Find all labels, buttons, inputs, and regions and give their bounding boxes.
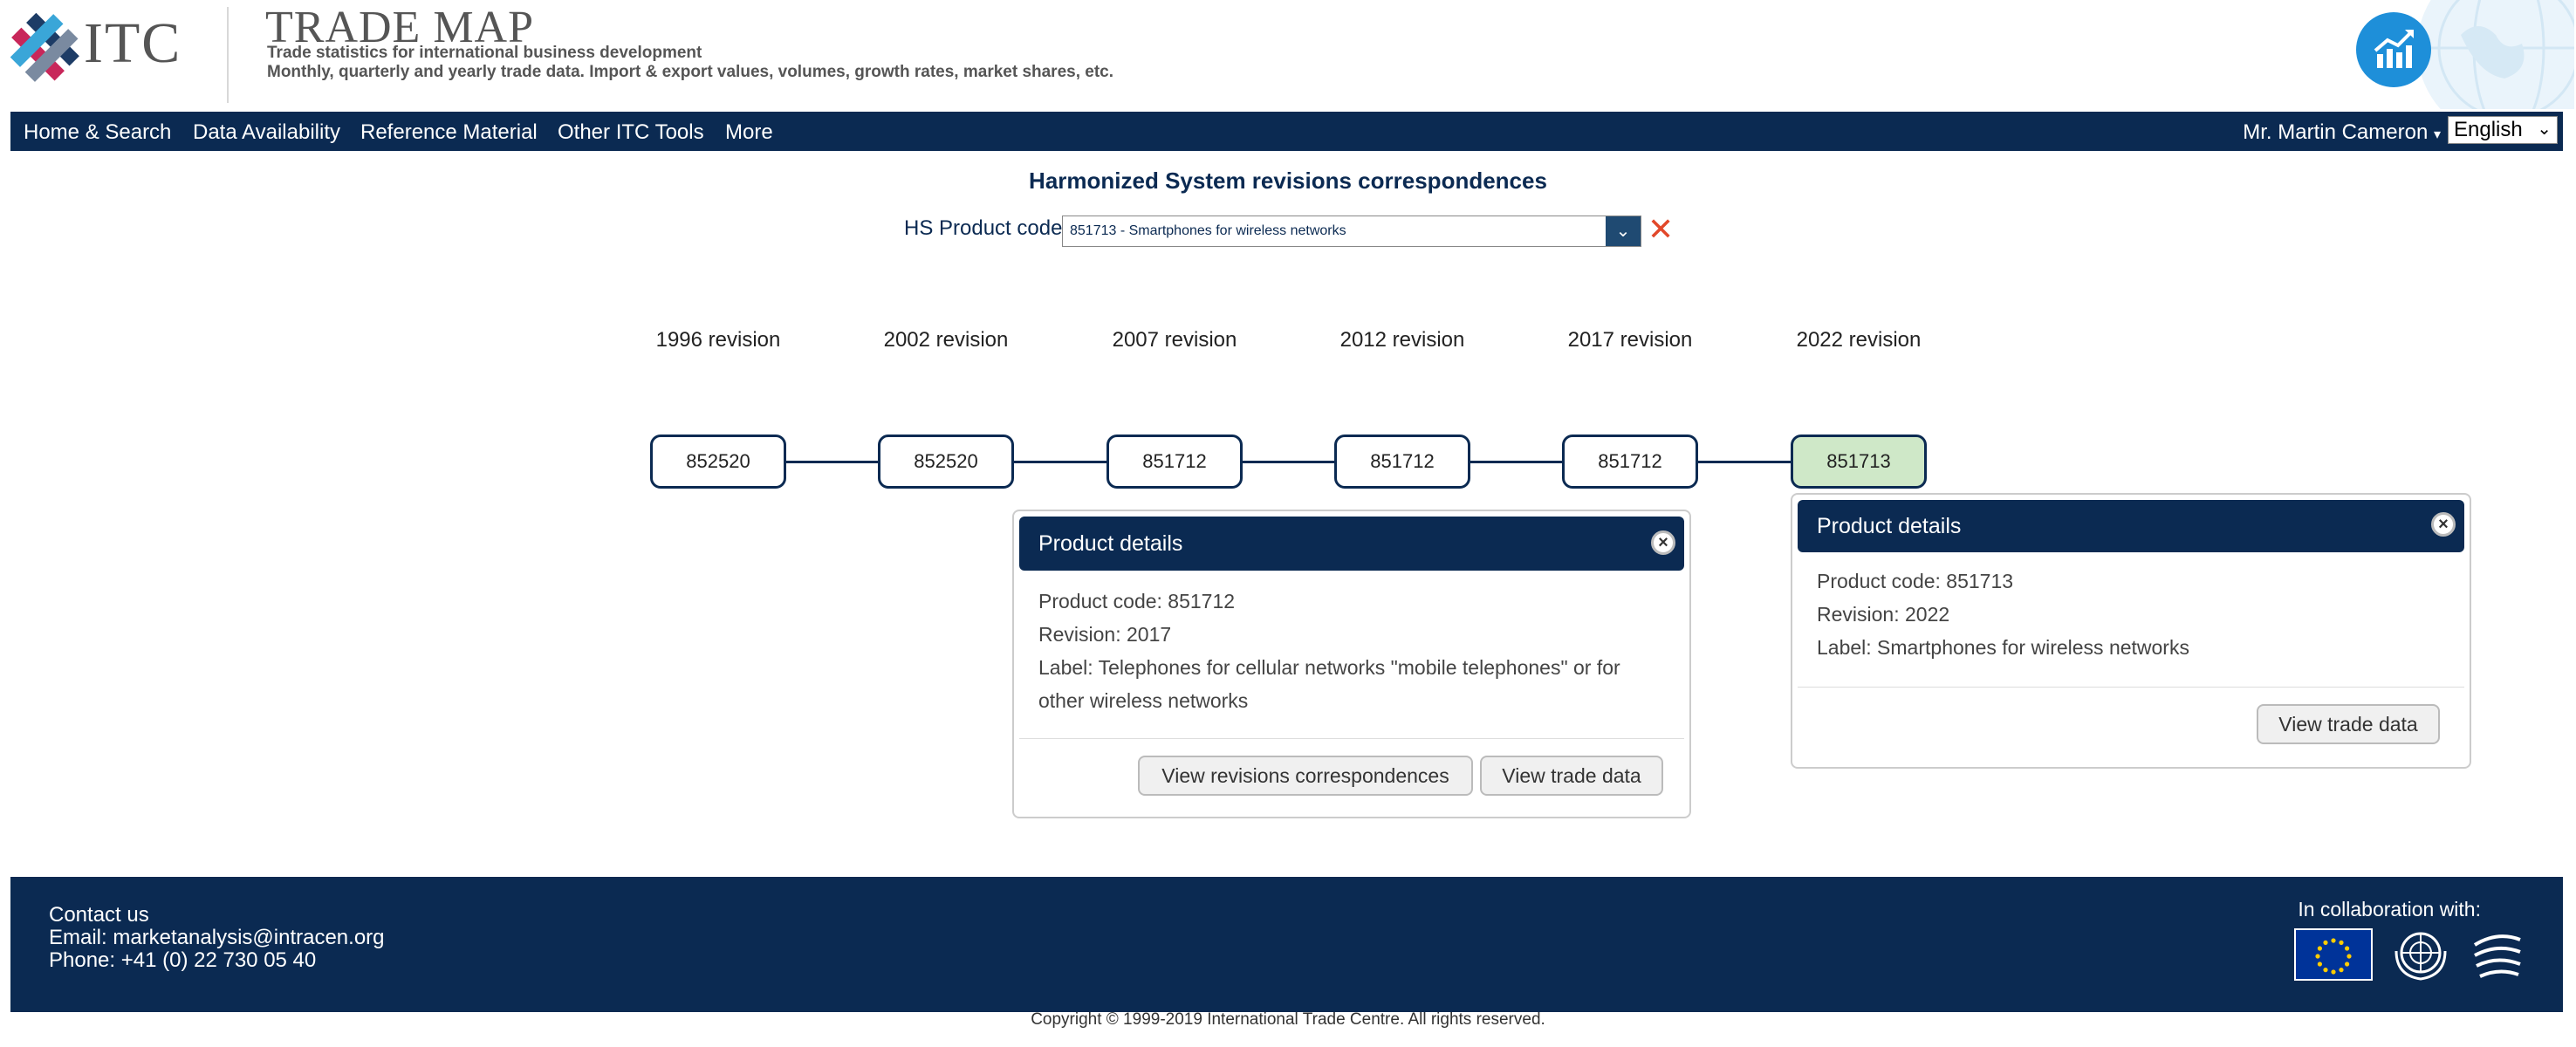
hs-code-value: 851713 - Smartphones for wireless networ… [1070, 223, 1346, 238]
popup-body: Product code: 851713 Revision: 2022 Labe… [1817, 565, 2189, 664]
popup-divider [1798, 687, 2464, 688]
trade-chart-button[interactable] [2356, 12, 2431, 87]
popup-body: Product code: 851712 Revision: 2017 Labe… [1038, 585, 1620, 717]
revision-label: 2007 revision [1112, 328, 1237, 352]
nav-data-availability[interactable]: Data Availability [193, 120, 340, 145]
close-icon[interactable]: × [2431, 512, 2456, 537]
language-value: English [2454, 118, 2523, 141]
revision-label: 2022 revision [1796, 328, 1922, 352]
eu-flag-icon [2294, 928, 2373, 981]
view-trade-data-button[interactable]: View trade data [1480, 756, 1663, 796]
itc-logo-icon [10, 12, 79, 82]
product-code-line: Product code: 851713 [1817, 570, 2014, 592]
language-select[interactable]: English ⌄ [2448, 116, 2558, 144]
copyright: Copyright © 1999-2019 International Trad… [1031, 1010, 1545, 1029]
revision-label: 2002 revision [883, 328, 1009, 352]
un-emblem-icon [2389, 925, 2452, 984]
itc-logo-text: ITC [84, 11, 182, 75]
revision-node[interactable]: 851712 [1106, 435, 1243, 489]
product-details-popup: Product details × Product code: 851712 R… [1012, 510, 1691, 818]
product-code-line: Product code: 851712 [1038, 590, 1236, 612]
user-menu[interactable]: Mr. Martin Cameron ▾ [2243, 120, 2441, 145]
popup-header: Product details [1798, 500, 2464, 552]
product-details-popup: Product details × Product code: 851713 R… [1791, 493, 2471, 769]
label-line-cont: other wireless networks [1038, 689, 1249, 712]
user-name: Mr. Martin Cameron [2243, 120, 2429, 144]
main-nav: Home & Search Data Availability Referenc… [10, 112, 2563, 151]
clear-icon[interactable]: ✕ [1648, 211, 1674, 248]
revision-line: Revision: 2022 [1817, 603, 1950, 626]
app-subtitle-1: Trade statistics for international busin… [267, 44, 702, 62]
header-divider [227, 7, 229, 103]
revision-node[interactable]: 851712 [1562, 435, 1698, 489]
revision-node[interactable]: 852520 [650, 435, 786, 489]
revision-node[interactable]: 851712 [1334, 435, 1470, 489]
chevron-down-icon: ⌄ [2537, 120, 2552, 139]
view-revisions-button[interactable]: View revisions correspondences [1138, 756, 1473, 796]
revision-label: 2012 revision [1339, 328, 1465, 352]
hs-code-label: HS Product code [904, 216, 1063, 240]
nav-more[interactable]: More [725, 120, 773, 145]
label-line: Label: Smartphones for wireless networks [1817, 636, 2189, 659]
footer: Contact us Email: marketanalysis@intrace… [10, 877, 2563, 1012]
popup-title: Product details [1038, 531, 1183, 556]
app-subtitle-2: Monthly, quarterly and yearly trade data… [267, 63, 1114, 81]
collab-label: In collaboration with: [2298, 898, 2481, 920]
nav-home-search[interactable]: Home & Search [24, 120, 171, 145]
popup-header: Product details [1019, 517, 1684, 571]
nav-reference-material[interactable]: Reference Material [360, 120, 538, 145]
chevron-down-icon: ▾ [2433, 127, 2441, 142]
footer-email[interactable]: Email: marketanalysis@intracen.org [49, 926, 385, 950]
revision-line: Revision: 2017 [1038, 623, 1172, 646]
popup-title: Product details [1817, 514, 1962, 538]
view-trade-data-button[interactable]: View trade data [2257, 704, 2440, 744]
revision-label: 1996 revision [655, 328, 781, 352]
label-line: Label: Telephones for cellular networks … [1038, 656, 1620, 679]
revision-node[interactable]: 852520 [878, 435, 1014, 489]
close-icon[interactable]: × [1651, 530, 1675, 555]
revision-node-selected[interactable]: 851713 [1791, 435, 1927, 489]
itc-logo[interactable] [10, 9, 82, 87]
wto-logo-icon [2470, 929, 2525, 982]
nav-other-itc-tools[interactable]: Other ITC Tools [558, 120, 704, 145]
globe-icon [2408, 0, 2574, 109]
popup-divider [1019, 738, 1684, 739]
revision-label: 2017 revision [1567, 328, 1693, 352]
trade-chart-icon [2374, 30, 2414, 68]
chevron-down-icon[interactable]: ⌄ [1606, 216, 1641, 246]
hs-code-select[interactable]: 851713 - Smartphones for wireless networ… [1062, 216, 1641, 247]
footer-phone: Phone: +41 (0) 22 730 05 40 [49, 948, 317, 972]
page-title: Harmonized System revisions corresponden… [1029, 168, 1547, 194]
contact-us-link[interactable]: Contact us [49, 903, 149, 927]
